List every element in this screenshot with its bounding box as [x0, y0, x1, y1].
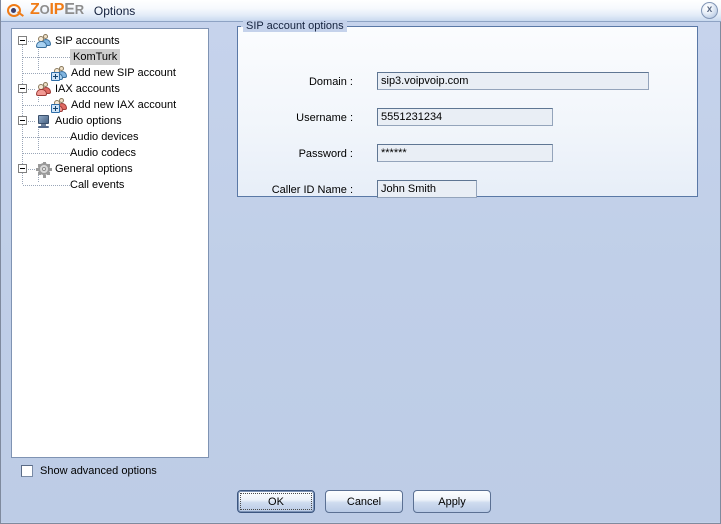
tree-collapse-icon[interactable] [18, 164, 27, 173]
options-tree[interactable]: SIP accounts KomTurk Add new SIP account IA… [11, 28, 209, 458]
brand-part-z: Z [30, 1, 40, 18]
tree-item-label: KomTurk [70, 49, 121, 65]
tree-item-label: SIP accounts [55, 35, 120, 47]
show-advanced-options-row[interactable]: Show advanced options [21, 465, 157, 477]
tree-item-label: Audio devices [70, 131, 139, 143]
caller-id-name-input[interactable] [377, 180, 477, 198]
field-row: Caller ID Name : [1, 180, 701, 200]
app-brand-name: ZOIPER [30, 2, 84, 19]
password-label: Password : [298, 148, 353, 160]
close-icon-glyph: x [706, 4, 713, 15]
dialog-buttons: OK Cancel Apply [237, 490, 491, 513]
username-input[interactable] [377, 108, 553, 126]
window-title: Options [93, 3, 136, 18]
blue-people-icon [36, 34, 52, 48]
tree-guide-dash [28, 41, 36, 42]
tree-guide-dash [23, 57, 71, 58]
tree-guide-dash [28, 169, 36, 170]
field-row: Domain : [1, 72, 701, 92]
tree-collapse-icon[interactable] [18, 36, 27, 45]
domain-label: Domain : [308, 76, 353, 88]
field-row: Username : [1, 108, 701, 128]
cancel-button[interactable]: Cancel [325, 490, 403, 513]
domain-input[interactable] [377, 72, 649, 90]
show-advanced-options-checkbox[interactable] [21, 465, 33, 477]
apply-button[interactable]: Apply [413, 490, 491, 513]
tree-item-audio-devices[interactable]: Audio devices [12, 129, 208, 145]
ok-button[interactable]: OK [237, 490, 315, 513]
brand-part-r: R [74, 2, 84, 17]
brand-part-o: O [39, 2, 50, 17]
password-input[interactable] [377, 144, 553, 162]
tree-guide-dash [23, 105, 51, 106]
title-bar: ZOIPER Options x [1, 0, 721, 22]
field-row: Password : [1, 144, 701, 164]
tree-item-komturk[interactable]: KomTurk [12, 49, 208, 65]
tree-item-sip-accounts[interactable]: SIP accounts [12, 33, 208, 49]
close-icon[interactable]: x [701, 2, 718, 19]
dialog-body: SIP accounts KomTurk Add new SIP account IA… [1, 20, 720, 522]
cancel-button-label: Cancel [346, 495, 382, 508]
groupbox-title: SIP account options [243, 20, 347, 32]
gear-icon [36, 162, 52, 178]
username-label: Username : [296, 112, 353, 124]
apply-button-label: Apply [438, 495, 466, 508]
tree-guide-dash [23, 137, 71, 138]
ok-button-label: OK [240, 493, 312, 510]
options-dialog-window: ZOIPER Options x SIP accounts KomTurk Add … [0, 0, 721, 524]
show-advanced-options-label: Show advanced options [40, 465, 157, 477]
caller-id-name-label: Caller ID Name : [271, 184, 353, 196]
zoiper-logo-icon [6, 2, 24, 20]
brand-part-e: E [64, 1, 75, 18]
brand-part-ip: IP [49, 1, 65, 18]
